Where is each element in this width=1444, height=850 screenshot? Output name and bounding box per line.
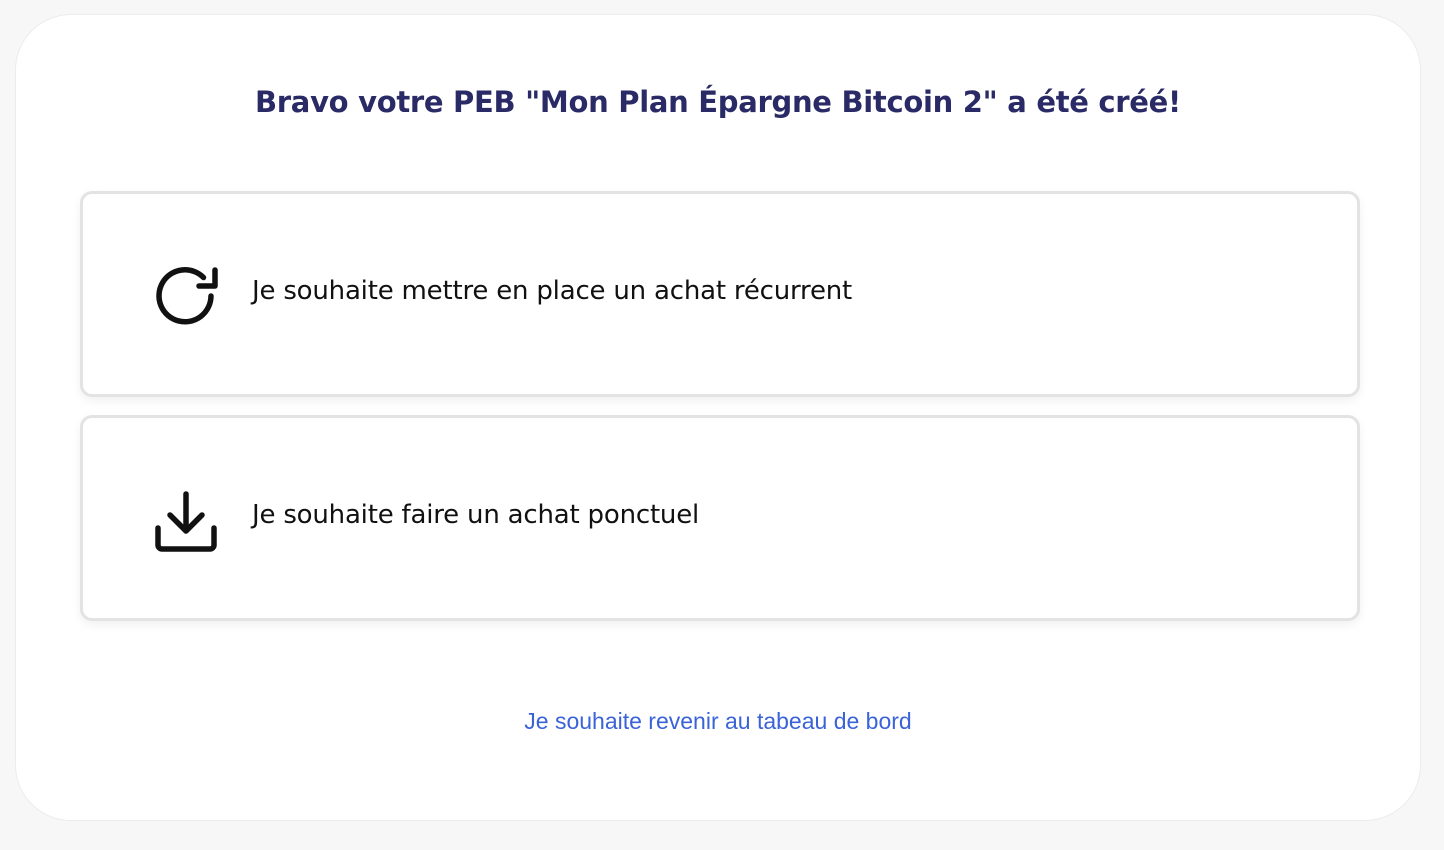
- download-icon: [155, 491, 217, 552]
- one-time-purchase-option[interactable]: Je souhaite faire un achat ponctuel: [80, 415, 1360, 621]
- success-card: Bravo votre PEB "Mon Plan Épargne Bitcoi…: [15, 14, 1421, 821]
- back-to-dashboard-link[interactable]: Je souhaite revenir au tabeau de bord: [16, 708, 1420, 735]
- refresh-icon: [156, 267, 218, 325]
- recurring-purchase-label: Je souhaite mettre en place un achat réc…: [252, 276, 853, 306]
- page-title: Bravo votre PEB "Mon Plan Épargne Bitcoi…: [255, 85, 1181, 119]
- one-time-purchase-label: Je souhaite faire un achat ponctuel: [252, 500, 700, 530]
- recurring-purchase-option[interactable]: Je souhaite mettre en place un achat réc…: [80, 191, 1360, 397]
